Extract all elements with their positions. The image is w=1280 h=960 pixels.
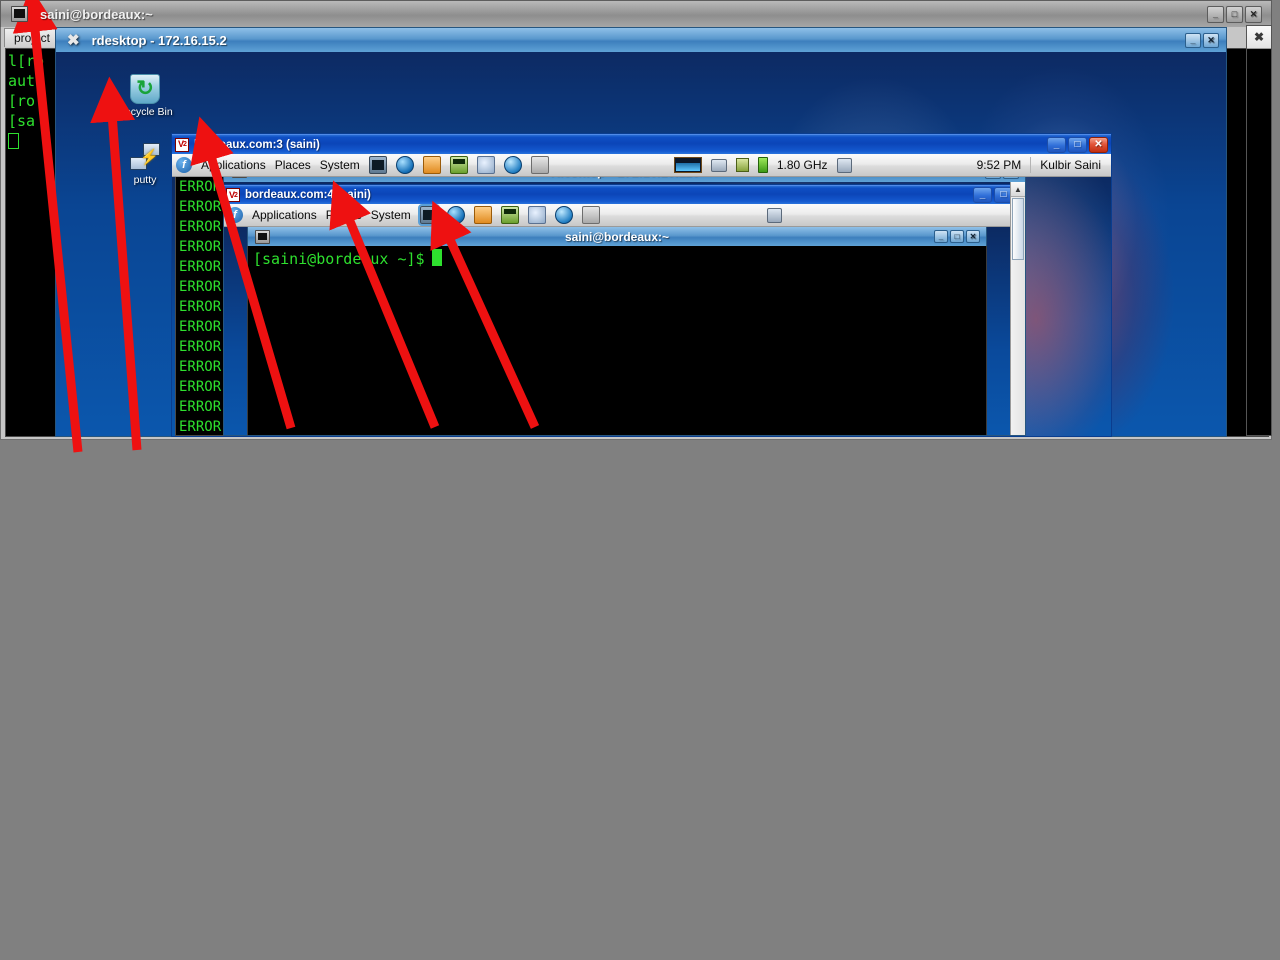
vnc-viewer-bordeaux-4[interactable]: V2 bordeaux.com:4 (saini) _ □ ✕ [224,184,1025,435]
maximize-button[interactable]: □ [1226,5,1243,23]
software-update-icon[interactable] [476,156,495,174]
minimize-button[interactable]: _ [985,177,1001,179]
gnome-panel-3[interactable]: f Applications Places System 1.80 GHz 9:… [172,154,1111,177]
maximize-button[interactable]: □ [1068,136,1087,153]
menu-applications[interactable]: Applications [252,208,317,222]
cpu-icon[interactable] [735,158,749,172]
close-button[interactable]: ✕ [1089,136,1108,153]
terminal-icon [255,229,270,244]
inner-terminal-output[interactable]: [saini@bordeaux ~]$ [247,246,987,435]
rdesktop-1-titlebar[interactable]: ✖ rdesktop - 172.16.15.2 _ ✕ [55,27,1227,52]
terminal-cursor [431,249,442,266]
network-browser-icon[interactable] [503,156,522,174]
terminal-tab-project[interactable]: project [4,28,60,47]
minimize-button[interactable]: _ [934,230,948,243]
right-panel-close-button[interactable]: ✖ [1247,26,1271,49]
remote-xp-desktop-2[interactable]: V2 bordeaux.com:4 (saini) _ □ ✕ [223,182,1026,436]
window-icon [232,177,247,178]
fedora-logo-icon[interactable]: f [176,157,192,173]
menu-places[interactable]: Places [275,158,311,172]
local-terminal-titlebar[interactable]: saini@bordeaux:~ _ □ ✕ [0,0,1272,27]
right-side-panel[interactable]: ✖ [1246,25,1272,436]
close-button[interactable]: ✕ [1203,32,1219,48]
minimize-button[interactable]: _ [1207,5,1224,23]
vnc-3-desktop[interactable]: saini@bordeaux:~ ERROR ERROR ERROR ERROR… [172,177,1111,436]
scrollbar-thumb[interactable] [1012,198,1024,260]
inner-terminal-titlebar[interactable]: saini@bordeaux:~ _ □ ✕ [247,227,987,246]
putty-icon: ⚡ [130,142,160,172]
menu-system[interactable]: System [371,208,411,222]
minimize-button[interactable]: _ [1047,136,1066,153]
terminal-icon[interactable] [417,204,440,226]
vnc-3-title: bordeaux.com:3 (saini) [194,138,320,151]
vnc-3-titlebar[interactable]: V2 bordeaux.com:3 (saini) _ □ ✕ [172,134,1111,154]
archive-icon[interactable] [581,206,600,224]
rdesktop-window-1[interactable]: ✖ rdesktop - 172.16.15.2 _ ✕ Recycle Bin… [55,27,1227,437]
vnc-viewer-bordeaux-3[interactable]: V2 bordeaux.com:3 (saini) _ □ ✕ f Applic… [171,133,1112,437]
rdesktop-window-2[interactable]: rdesktop - 172.16.15.110 _ ✕ V2 [223,177,1026,436]
terminal-tab-label: project [13,31,51,45]
inner-terminal-title: saini@bordeaux:~ [564,229,670,244]
x-icon: ✖ [67,32,80,49]
panel-clock[interactable]: 9:52 PM [977,158,1022,172]
cpu-graph-icon[interactable] [673,157,702,173]
scroll-up-arrow[interactable]: ▲ [1011,182,1025,197]
panel-user[interactable]: Kulbir Saini [1040,158,1107,172]
minimize-button[interactable]: _ [973,187,992,203]
menu-applications[interactable]: Applications [201,158,266,172]
archive-icon[interactable] [530,156,549,174]
file-manager-icon[interactable] [473,206,492,224]
calculator-icon[interactable] [449,156,468,174]
recycle-bin-icon [130,74,160,104]
desktop-icon-putty[interactable]: ⚡ putty [112,142,178,187]
maximize-button[interactable]: □ [950,230,964,243]
menu-places[interactable]: Places [326,208,362,222]
desktop-icon-label: putty [133,174,157,186]
close-button[interactable]: ✕ [966,230,980,243]
gnome-panel-4[interactable]: f Applications Places System [224,204,1025,227]
vnc-4-title: bordeaux.com:4 (saini) [245,189,371,201]
menu-system[interactable]: System [320,158,360,172]
battery-icon[interactable] [757,157,768,173]
local-terminal-title: saini@bordeaux:~ [40,6,153,22]
rdesktop-2-title: rdesktop - 172.16.15.110 [224,177,1025,179]
vnc-4-desktop[interactable]: saini@bordeaux:~ _ □ ✕ [saini@bordeaux ~… [224,227,1025,435]
screen: saini@bordeaux:~ _ □ ✕ project l[ro aut … [0,0,1280,960]
calculator-icon[interactable] [500,206,519,224]
rdesktop-1-title: rdesktop - 172.16.15.2 [91,32,227,48]
network-browser-icon[interactable] [554,206,573,224]
vnc-logo-icon: V2 [175,137,189,152]
terminal-icon[interactable] [368,156,387,174]
gnome-terminal-innermost[interactable]: saini@bordeaux:~ _ □ ✕ [saini@bordeaux ~… [247,227,987,435]
display-applet-icon[interactable] [767,207,783,223]
rdesktop-2-scrollbar[interactable]: ▲ [1010,182,1025,435]
fedora-logo-icon[interactable]: f [227,207,243,223]
desktop-icon-recycle-bin[interactable]: Recycle Bin [112,74,178,119]
terminal-icon [11,6,28,22]
file-manager-icon[interactable] [422,156,441,174]
minimize-button[interactable]: _ [1185,32,1201,48]
software-update-icon[interactable] [527,206,546,224]
remote-xp-desktop[interactable]: Recycle Bin ⚡ putty V2 bordeaux.com:3 (s… [55,52,1227,437]
vnc-logo-icon: V2 [226,188,240,202]
close-button[interactable]: ✕ [1003,177,1019,179]
network-icon[interactable] [710,158,727,172]
terminal-cursor [8,133,19,149]
web-browser-icon[interactable] [395,156,414,174]
shell-prompt: [saini@bordeaux ~]$ [253,250,425,268]
cpu-frequency-label: 1.80 GHz [776,158,828,172]
desktop-icon-label: Recycle Bin [117,106,173,118]
close-button[interactable]: ✕ [1245,5,1262,23]
vnc-4-titlebar[interactable]: V2 bordeaux.com:4 (saini) _ □ ✕ [224,185,1025,204]
cpu-frequency-icon[interactable] [836,157,852,173]
web-browser-icon[interactable] [446,206,465,224]
